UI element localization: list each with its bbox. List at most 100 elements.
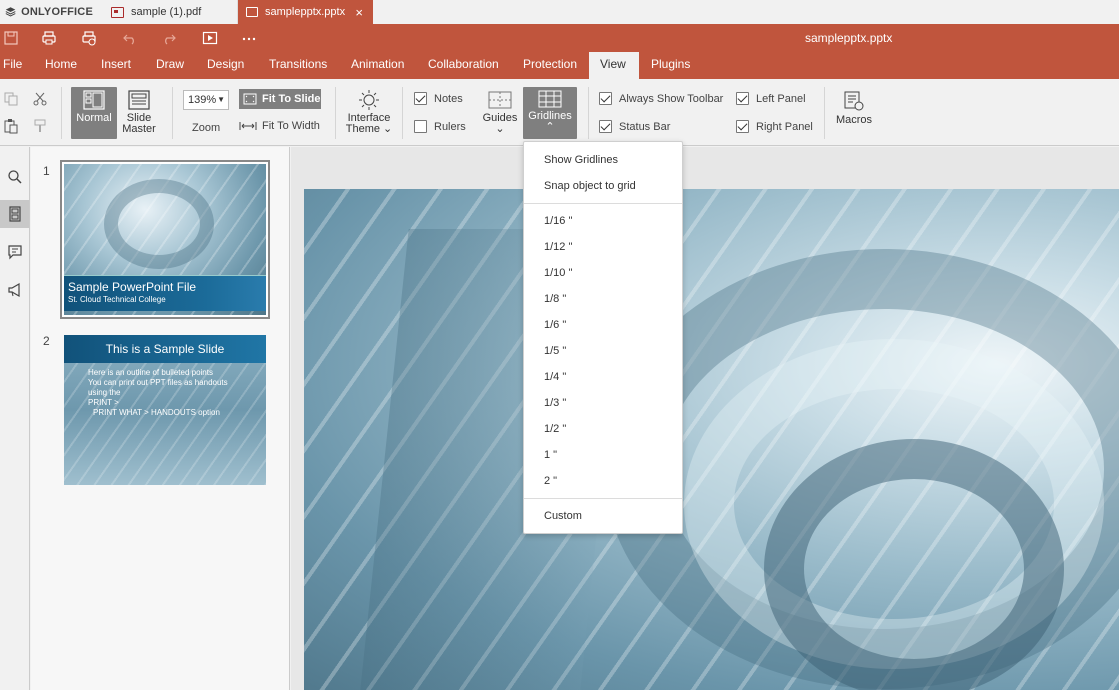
comments-button[interactable] [0, 238, 29, 266]
slide-thumbnails-panel: 1 Sample PowerPoint File St. Cloud Techn… [31, 147, 290, 690]
interface-theme-button[interactable]: Interface Theme ⌄ [343, 87, 395, 139]
search-button[interactable] [0, 163, 29, 191]
checkbox-box [414, 92, 427, 105]
tab-draw[interactable]: Draw [145, 52, 195, 79]
quick-print-icon [82, 31, 96, 46]
slide-thumbnail-1[interactable]: Sample PowerPoint File St. Cloud Technic… [60, 160, 270, 319]
copy-style-button[interactable] [32, 118, 48, 137]
snap-to-grid-item[interactable]: Snap object to grid [524, 173, 682, 199]
current-slide[interactable] [304, 189, 1119, 690]
grid-size-item[interactable]: 1/3 " [524, 390, 682, 416]
undo-button[interactable] [121, 29, 139, 47]
print-icon [42, 31, 56, 45]
zoom-select[interactable]: 139% ▼ [183, 90, 229, 110]
title-bar: samplepptx.pptx [0, 24, 1119, 52]
chevron-down-icon: ▼ [217, 95, 225, 104]
grid-size-item[interactable]: 1/8 " [524, 286, 682, 312]
status-bar-label: Status Bar [619, 120, 671, 133]
paste-icon [4, 119, 18, 134]
redo-button[interactable] [160, 29, 178, 47]
tab-file[interactable]: File [0, 52, 33, 79]
document-tab-bar: ONLYOFFICE sample (1).pdf samplepptx.ppt… [0, 0, 1119, 24]
gridlines-icon [538, 90, 562, 108]
ribbon-separator [824, 87, 825, 139]
ribbon-separator [335, 87, 336, 139]
slide-editor-area[interactable] [291, 147, 1119, 690]
macros-button[interactable]: Macros [833, 87, 875, 139]
tab-insert[interactable]: Insert [90, 52, 142, 79]
grid-size-item[interactable]: 1/6 " [524, 312, 682, 338]
slides-icon [8, 206, 21, 222]
grid-size-item[interactable]: 2 " [524, 468, 682, 494]
bullet-line: using the [88, 388, 121, 397]
notes-checkbox[interactable]: Notes [414, 92, 463, 105]
menu-separator [524, 498, 682, 499]
tab-animation[interactable]: Animation [340, 52, 415, 79]
tab-transitions[interactable]: Transitions [258, 52, 338, 79]
fit-to-slide-button[interactable]: Fit To Slide [239, 89, 321, 109]
save-icon [4, 31, 18, 45]
fit-to-width-button[interactable]: Fit To Width [239, 120, 320, 132]
grid-size-item[interactable]: 1/10 " [524, 260, 682, 286]
quick-print-button[interactable] [80, 29, 98, 47]
tab-home[interactable]: Home [34, 52, 88, 79]
tab-design[interactable]: Design [196, 52, 255, 79]
grid-size-item[interactable]: 1/4 " [524, 364, 682, 390]
slides-panel-button[interactable] [0, 200, 29, 228]
macros-label: Macros [835, 114, 873, 126]
bullet-line: PRINT WHAT > HANDOUTS option [93, 408, 220, 417]
normal-view-button[interactable]: Normal [71, 87, 117, 139]
grid-size-item[interactable]: 1/12 " [524, 234, 682, 260]
feedback-button[interactable] [0, 276, 29, 304]
print-button[interactable] [40, 29, 58, 47]
tab-label: samplepptx.pptx [265, 6, 346, 18]
ribbon-separator [588, 87, 589, 139]
slide-master-button[interactable]: Slide Master [119, 87, 159, 139]
show-gridlines-item[interactable]: Show Gridlines [524, 147, 682, 173]
close-tab-icon[interactable]: × [355, 5, 363, 20]
left-panel-checkbox[interactable]: Left Panel [736, 92, 806, 105]
bullet-line: You can print out PPT files as handouts [88, 378, 228, 387]
checkbox-box [736, 120, 749, 133]
copy-button[interactable] [3, 91, 19, 110]
thumbnail-title: Sample PowerPoint File [68, 280, 197, 294]
fit-to-width-icon [239, 122, 257, 130]
normal-label: Normal [76, 112, 112, 124]
thumbnail-subtitle: St. Cloud Technical College [68, 295, 166, 304]
macros-icon [844, 91, 864, 111]
tab-collaboration[interactable]: Collaboration [417, 52, 510, 79]
grid-size-item[interactable]: 1/5 " [524, 338, 682, 364]
save-button[interactable] [2, 29, 20, 47]
status-bar-checkbox[interactable]: Status Bar [599, 120, 670, 133]
custom-grid-item[interactable]: Custom [524, 503, 682, 529]
chevron-down-icon: ⌄ [495, 123, 505, 135]
tab-samplepptx[interactable]: samplepptx.pptx × [238, 0, 373, 24]
tab-plugins[interactable]: Plugins [640, 52, 701, 79]
pdf-file-icon [111, 6, 124, 18]
tab-view[interactable]: View [589, 52, 639, 79]
onlyoffice-logo[interactable]: ONLYOFFICE [0, 0, 103, 24]
scissors-icon [33, 92, 47, 106]
slide-number: 1 [43, 164, 50, 178]
gridlines-button[interactable]: Gridlines ⌃ [523, 87, 577, 139]
right-panel-checkbox[interactable]: Right Panel [736, 120, 813, 133]
slide-thumbnail-2[interactable]: This is a Sample Slide Here is an outlin… [64, 335, 266, 485]
tab-sample-pdf[interactable]: sample (1).pdf [103, 0, 238, 24]
guides-button[interactable]: Guides ⌄ [481, 87, 519, 139]
megaphone-icon [7, 282, 20, 298]
copy-icon [4, 92, 18, 106]
thumbnail-title: This is a Sample Slide [105, 342, 225, 356]
grid-size-item[interactable]: 1 " [524, 442, 682, 468]
cut-button[interactable] [32, 91, 48, 110]
view-ribbon: Normal Slide Master 139% ▼ Zoom Fit To S… [0, 79, 1119, 146]
more-options-button[interactable] [240, 29, 258, 47]
paste-button[interactable] [3, 118, 19, 137]
always-show-toolbar-checkbox[interactable]: Always Show Toolbar [599, 92, 723, 105]
rulers-label: Rulers [434, 120, 466, 133]
grid-size-item[interactable]: 1/16 " [524, 208, 682, 234]
fit-to-slide-icon [243, 93, 257, 105]
start-slideshow-button[interactable] [201, 29, 219, 47]
tab-protection[interactable]: Protection [512, 52, 588, 79]
rulers-checkbox[interactable]: Rulers [414, 120, 466, 133]
grid-size-item[interactable]: 1/2 " [524, 416, 682, 442]
